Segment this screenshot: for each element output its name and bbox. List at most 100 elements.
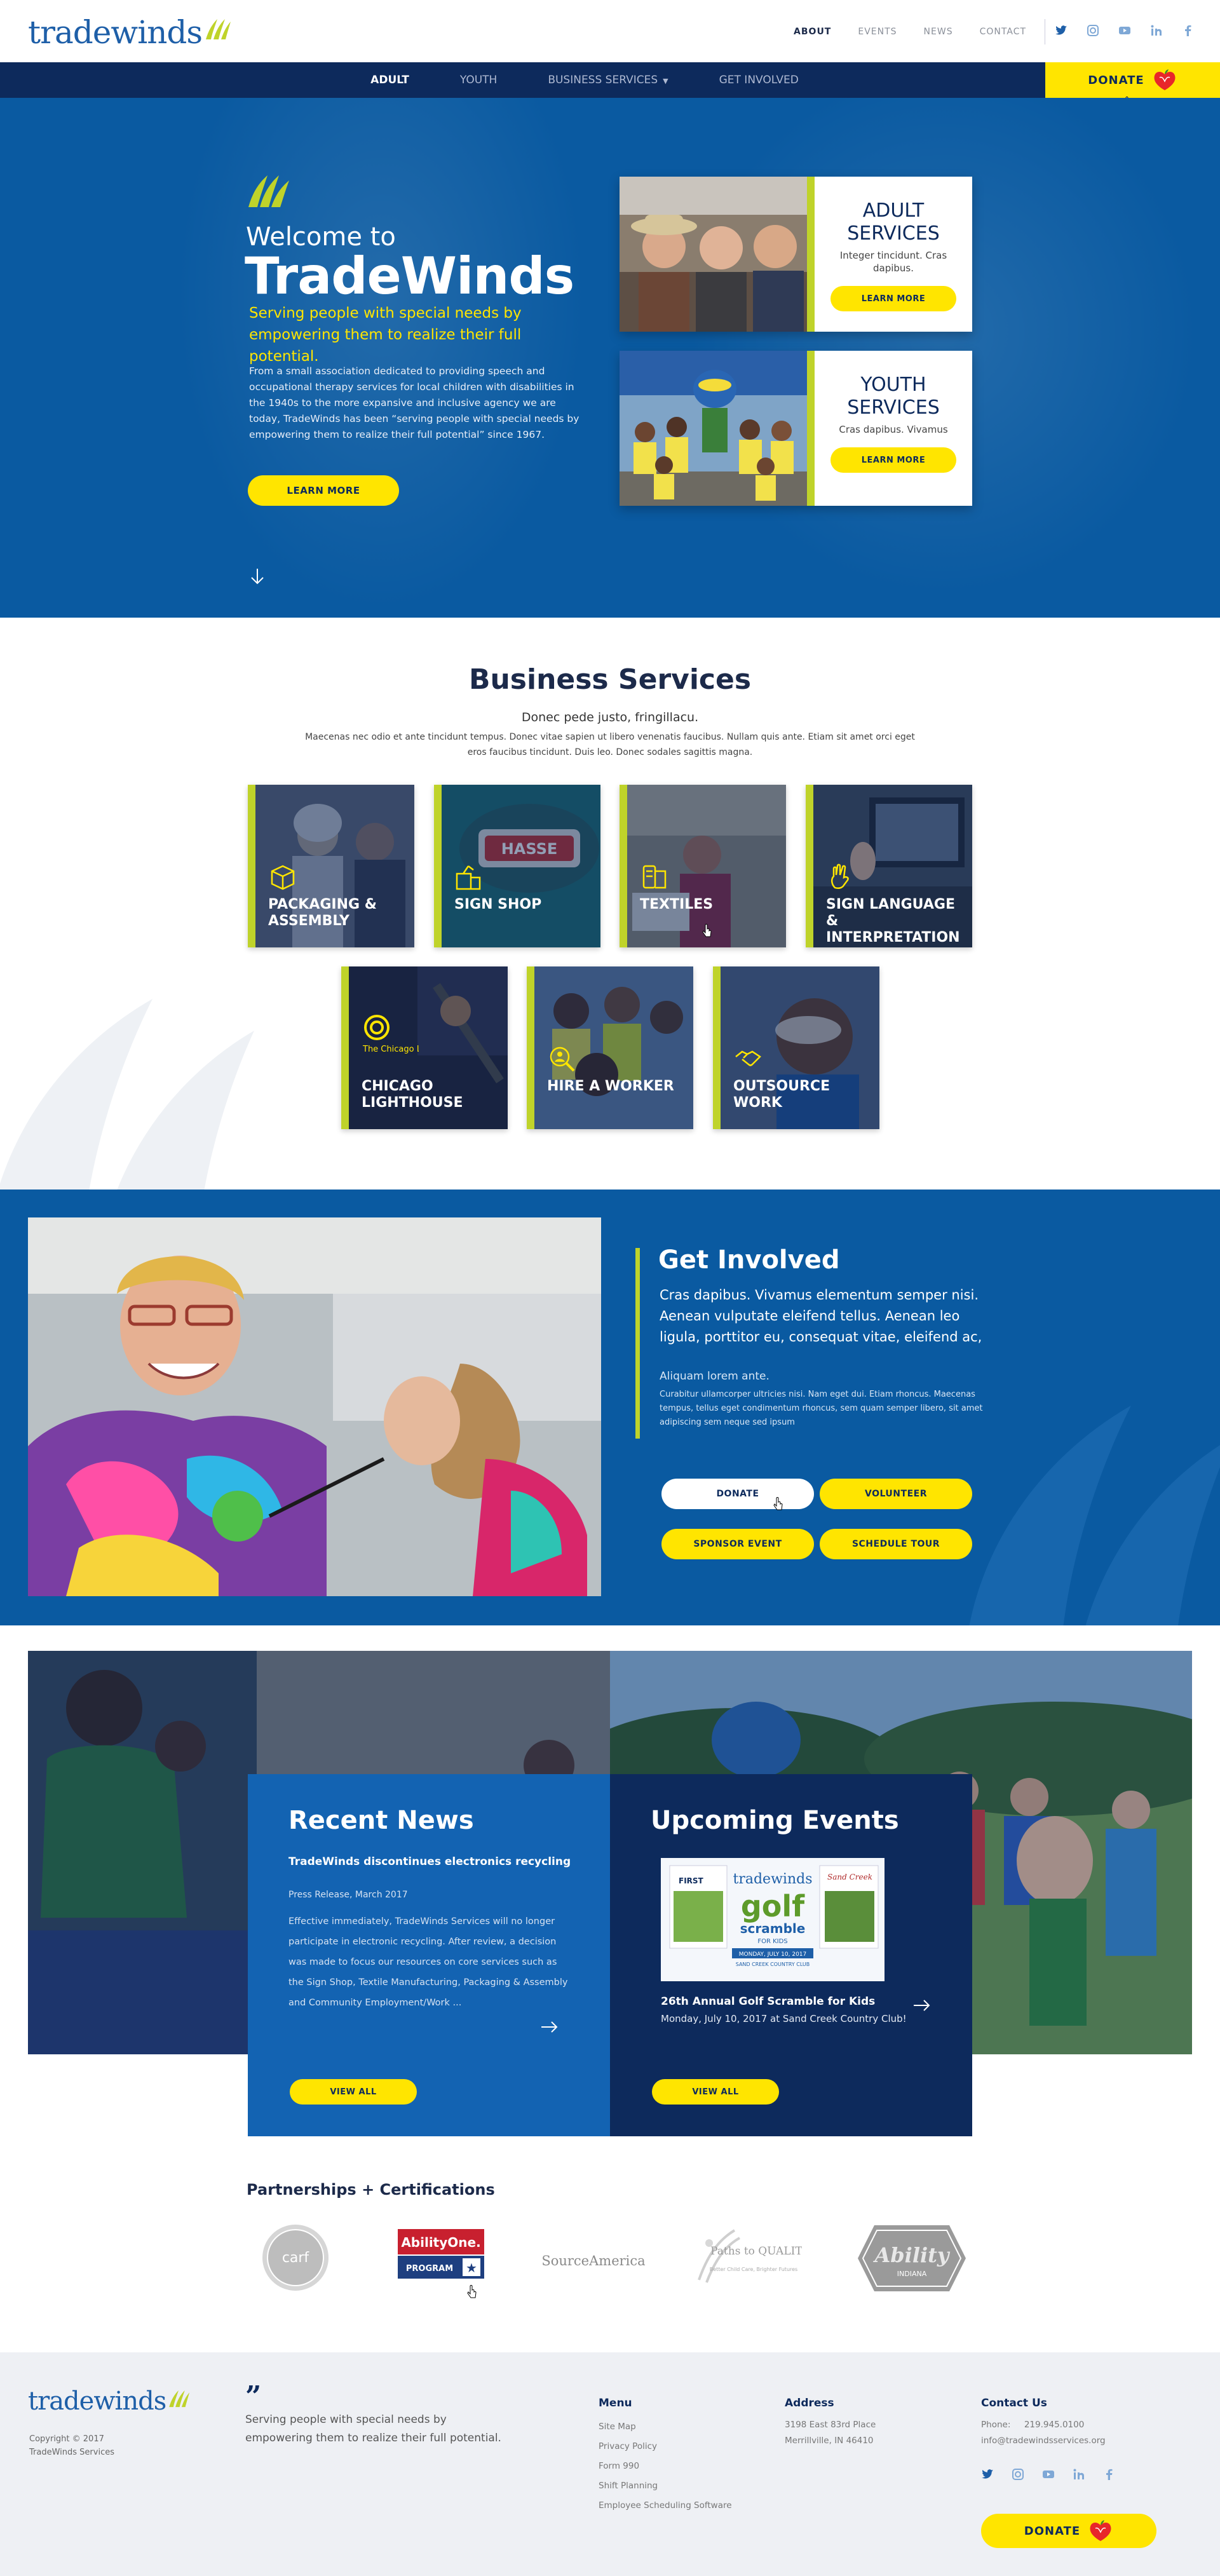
flyer-golf-text: golf <box>741 1889 805 1923</box>
background-leaf-graphic <box>0 999 254 1190</box>
footer-logo[interactable]: tradewinds <box>28 2387 190 2416</box>
events-view-all-button[interactable]: VIEW ALL <box>652 2079 779 2105</box>
golf-scramble-flyer-image[interactable]: FIRST Sand Creek tradewinds golf scrambl… <box>661 1858 884 1981</box>
twitter-icon[interactable] <box>1055 24 1068 37</box>
linkedin-icon[interactable] <box>1150 24 1163 37</box>
footer-link-form-990[interactable]: Form 990 <box>599 2457 732 2476</box>
news-headline[interactable]: TradeWinds discontinues electronics recy… <box>288 1855 571 1868</box>
contact-phone-row: Phone: 219.945.0100 <box>981 2417 1106 2433</box>
footer-donate-button[interactable]: DONATE <box>981 2514 1156 2548</box>
pointer-cursor-icon <box>773 1497 783 1510</box>
tile-packaging-assembly[interactable]: PACKAGING & ASSEMBLY <box>248 785 414 947</box>
svg-text:★: ★ <box>466 2260 477 2275</box>
hero-learn-more-button[interactable]: LEARN MORE <box>248 475 399 506</box>
top-link-events[interactable]: EVENTS <box>858 27 897 37</box>
gi-donate-button[interactable]: DONATE <box>661 1479 814 1509</box>
tile-label: PACKAGING & ASSEMBLY <box>268 897 377 929</box>
tile-accent-bar <box>248 785 255 947</box>
tile-label: CHICAGO LIGHTHOUSE <box>362 1078 463 1111</box>
site-logo[interactable]: tradewinds <box>28 14 231 51</box>
pointer-cursor-icon <box>702 924 712 937</box>
facebook-icon[interactable] <box>1182 24 1195 37</box>
footer-menu-heading: Menu <box>599 2397 632 2410</box>
top-link-contact[interactable]: CONTACT <box>980 27 1026 37</box>
flyer-place-text: SAND CREEK COUNTRY CLUB <box>736 1962 810 1967</box>
tile-sign-language[interactable]: SIGN LANGUAGE & INTERPRETATION <box>806 785 972 947</box>
gi-volunteer-button[interactable]: VOLUNTEER <box>820 1479 972 1509</box>
nav-item-adult[interactable]: ADULT <box>370 74 409 86</box>
adult-services-photo <box>620 177 807 332</box>
footer-menu-list: Site Map Privacy Policy Form 990 Shift P… <box>599 2417 732 2516</box>
youtube-icon[interactable] <box>1118 24 1131 37</box>
paths-logo-text: Paths to QUALITY <box>710 2245 802 2258</box>
tile-accent-bar <box>341 966 349 1129</box>
chevron-down-icon: ▼ <box>663 77 668 85</box>
linkedin-icon[interactable] <box>1073 2468 1085 2481</box>
contact-email[interactable]: info@tradewindsservices.org <box>981 2433 1106 2449</box>
adult-learn-more-button[interactable]: LEARN MORE <box>830 286 956 311</box>
main-nav: ADULT YOUTH BUSINESS SERVICES ▼ GET INVOL… <box>0 62 1220 110</box>
youtube-icon[interactable] <box>1042 2468 1055 2481</box>
news-view-all-button[interactable]: VIEW ALL <box>290 2079 417 2105</box>
footer-link-shift-planning[interactable]: Shift Planning <box>599 2476 732 2496</box>
footer-quote: Serving people with special needs by emp… <box>245 2413 501 2444</box>
business-services-subtitle: Donec pede justo, fringillacu. <box>521 710 699 724</box>
footer-link-employee-scheduling[interactable]: Employee Scheduling Software <box>599 2496 732 2516</box>
arrow-right-icon[interactable] <box>540 2021 559 2033</box>
abilityone-logo[interactable]: AbilityOne. PROGRAM ★ <box>398 2229 484 2282</box>
scroll-down-arrow-icon[interactable] <box>248 567 267 586</box>
footer-social-links <box>981 2468 1116 2481</box>
get-involved-small-heading: Aliquam lorem ante. <box>660 1370 769 1383</box>
phone-number[interactable]: 219.945.0100 <box>1024 2420 1084 2430</box>
tile-outsource-work[interactable]: OUTSOURCE WORK <box>713 966 879 1129</box>
youth-services-photo <box>620 351 807 506</box>
phone-label: Phone: <box>981 2420 1011 2430</box>
ability-indiana-logo[interactable]: Ability INDIANA <box>855 2223 968 2294</box>
nav-item-youth[interactable]: YOUTH <box>460 74 497 86</box>
ability-logo-sub: INDIANA <box>897 2270 927 2278</box>
get-involved-lead: Cras dapibus. Vivamus elementum semper n… <box>660 1287 982 1345</box>
footer-link-site-map[interactable]: Site Map <box>599 2417 732 2437</box>
gi-sponsor-event-button[interactable]: SPONSOR EVENT <box>661 1529 814 1559</box>
handshake-icon <box>735 1050 761 1066</box>
site-header: tradewinds ABOUT EVENTS NEWS CONTACT <box>0 0 1220 62</box>
event-title[interactable]: 26th Annual Golf Scramble for Kids <box>661 1995 875 2008</box>
news-events-section: Recent News TradeWinds discontinues elec… <box>0 1625 1220 2178</box>
footer-link-privacy-policy[interactable]: Privacy Policy <box>599 2437 732 2457</box>
arrow-right-icon[interactable] <box>912 1999 932 2012</box>
sourceamerica-logo[interactable]: SourceAmerica <box>536 2248 651 2274</box>
partnerships-title: Partnerships + Certifications <box>247 2181 495 2199</box>
instagram-icon[interactable] <box>1012 2468 1024 2481</box>
tile-textiles[interactable]: TEXTILES <box>620 785 786 947</box>
donate-label: DONATE <box>1088 73 1144 87</box>
facebook-icon[interactable] <box>1103 2468 1116 2481</box>
top-link-about[interactable]: ABOUT <box>794 27 831 37</box>
business-services-body: Maecenas nec odio et ante tincidunt temp… <box>305 732 915 757</box>
tile-accent-bar <box>713 966 721 1129</box>
youth-services-text: YOUTH SERVICES Cras dapibus. Vivamus LEA… <box>815 351 972 506</box>
tradewinds-leaves-icon <box>248 175 289 207</box>
nav-item-business-services[interactable]: BUSINESS SERVICES ▼ <box>548 74 668 86</box>
footer-contact: Phone: 219.945.0100 info@tradewindsservi… <box>981 2417 1106 2449</box>
tile-hire-a-worker[interactable]: HIRE A WORKER <box>527 966 693 1129</box>
top-link-news[interactable]: NEWS <box>924 27 953 37</box>
adult-services-desc: Integer tincidunt. Cras dapibus. <box>839 250 947 274</box>
instagram-icon[interactable] <box>1087 24 1099 37</box>
paths-to-quality-logo[interactable]: Paths to QUALITY Better Child Care, Brig… <box>690 2225 802 2291</box>
news-excerpt: Effective immediately, TradeWinds Servic… <box>288 1916 568 2008</box>
header-social-links <box>1055 24 1195 37</box>
person-search-icon <box>550 1047 575 1072</box>
youth-services-title: YOUTH SERVICES <box>847 374 940 419</box>
youth-learn-more-button[interactable]: LEARN MORE <box>830 447 956 473</box>
tile-sign-shop[interactable]: HASSE SIGN SHOP <box>434 785 600 947</box>
tile-chicago-lighthouse[interactable]: The Chicago Lighthouse CHICAGO LIGHTHOUS… <box>341 966 508 1129</box>
ability-logo-text: Ability <box>872 2243 950 2267</box>
donate-button[interactable]: DONATE <box>1045 62 1220 98</box>
nav-item-get-involved[interactable]: GET INVOLVED <box>719 74 799 86</box>
gi-schedule-tour-button[interactable]: SCHEDULE TOUR <box>820 1529 972 1559</box>
hero-section: Welcome to TradeWinds Serving people wit… <box>0 98 1220 618</box>
utility-nav: ABOUT EVENTS NEWS CONTACT <box>794 27 1026 37</box>
recent-news-title: Recent News <box>288 1806 474 1835</box>
carf-logo[interactable]: carf <box>261 2223 330 2293</box>
twitter-icon[interactable] <box>981 2468 994 2481</box>
